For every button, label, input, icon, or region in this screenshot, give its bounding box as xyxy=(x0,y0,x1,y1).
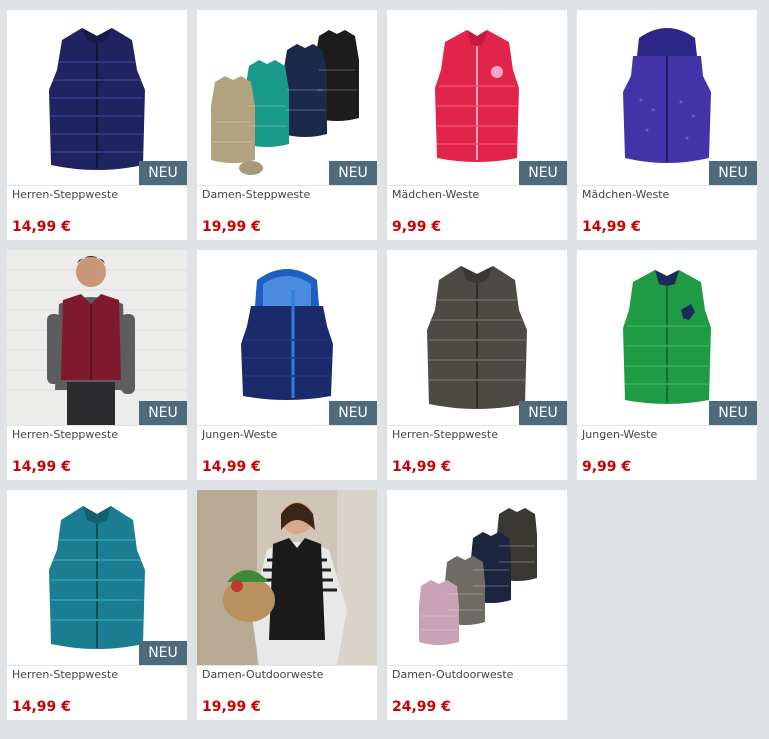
card-divider xyxy=(197,425,377,426)
card-divider xyxy=(387,185,567,186)
boys-blue-hooded-vest-image xyxy=(241,269,333,400)
product-image[interactable]: NEU xyxy=(197,10,377,185)
product-price: 9,99 € xyxy=(582,459,632,475)
product-card[interactable]: NEU Damen-Steppweste 19,99 € xyxy=(197,10,377,240)
product-price: 14,99 € xyxy=(392,459,451,475)
outdoor-vests-image xyxy=(419,508,537,645)
product-title[interactable]: Herren-Steppweste xyxy=(12,428,118,441)
pink-vest-image xyxy=(435,30,519,162)
card-divider xyxy=(197,665,377,666)
product-title[interactable]: Herren-Steppweste xyxy=(12,188,118,201)
grey-vest-image xyxy=(427,266,527,409)
navy-vest-image xyxy=(49,28,145,170)
product-title[interactable]: Damen-Steppweste xyxy=(202,188,310,201)
new-badge: NEU xyxy=(709,161,757,185)
new-badge: NEU xyxy=(709,401,757,425)
product-image[interactable]: NEU xyxy=(7,250,187,425)
product-card[interactable]: Damen-Outdoorweste 24,99 € xyxy=(387,490,567,720)
product-image[interactable]: NEU xyxy=(197,250,377,425)
product-image[interactable]: NEU xyxy=(7,10,187,185)
product-card[interactable]: NEU Herren-Steppweste 14,99 € xyxy=(387,250,567,480)
new-badge: NEU xyxy=(519,161,567,185)
card-divider xyxy=(7,425,187,426)
product-price: 14,99 € xyxy=(12,699,71,715)
product-image[interactable] xyxy=(197,490,377,665)
purple-hooded-vest-image xyxy=(623,28,711,163)
product-title[interactable]: Jungen-Weste xyxy=(202,428,277,441)
product-image[interactable] xyxy=(387,490,567,665)
product-card[interactable]: NEU Herren-Steppweste 14,99 € xyxy=(7,490,187,720)
product-price: 19,99 € xyxy=(202,219,261,235)
product-price: 24,99 € xyxy=(392,699,451,715)
product-grid: NEU Herren-Steppweste 14,99 € NEU Damen-… xyxy=(0,0,769,739)
four-vests-image xyxy=(211,30,359,175)
product-title[interactable]: Jungen-Weste xyxy=(582,428,657,441)
man-wearing-red-vest-image xyxy=(7,250,187,425)
product-card[interactable]: NEU Jungen-Weste 14,99 € xyxy=(197,250,377,480)
product-title[interactable]: Damen-Outdoorweste xyxy=(202,668,323,681)
new-badge: NEU xyxy=(139,641,187,665)
green-vest-image xyxy=(623,270,711,404)
product-title[interactable]: Herren-Steppweste xyxy=(12,668,118,681)
new-badge: NEU xyxy=(329,401,377,425)
product-title[interactable]: Damen-Outdoorweste xyxy=(392,668,513,681)
product-image[interactable]: NEU xyxy=(387,250,567,425)
new-badge: NEU xyxy=(139,161,187,185)
product-card[interactable]: NEU Mädchen-Weste 9,99 € xyxy=(387,10,567,240)
product-title[interactable]: Herren-Steppweste xyxy=(392,428,498,441)
new-badge: NEU xyxy=(519,401,567,425)
product-card[interactable]: NEU Jungen-Weste 9,99 € xyxy=(577,250,757,480)
product-image[interactable]: NEU xyxy=(577,10,757,185)
card-divider xyxy=(387,425,567,426)
product-price: 14,99 € xyxy=(12,219,71,235)
card-divider xyxy=(387,665,567,666)
card-divider xyxy=(577,185,757,186)
product-image[interactable]: NEU xyxy=(387,10,567,185)
new-badge: NEU xyxy=(139,401,187,425)
product-price: 14,99 € xyxy=(202,459,261,475)
product-title[interactable]: Mädchen-Weste xyxy=(392,188,479,201)
product-title[interactable]: Mädchen-Weste xyxy=(582,188,669,201)
product-image[interactable]: NEU xyxy=(577,250,757,425)
product-card[interactable]: NEU Herren-Steppweste 14,99 € xyxy=(7,250,187,480)
new-badge: NEU xyxy=(329,161,377,185)
product-price: 19,99 € xyxy=(202,699,261,715)
card-divider xyxy=(577,425,757,426)
woman-wearing-black-vest-image xyxy=(197,490,377,665)
product-card[interactable]: NEU Mädchen-Weste 14,99 € xyxy=(577,10,757,240)
product-card[interactable]: Damen-Outdoorweste 19,99 € xyxy=(197,490,377,720)
product-price: 9,99 € xyxy=(392,219,442,235)
product-price: 14,99 € xyxy=(12,459,71,475)
product-price: 14,99 € xyxy=(582,219,641,235)
card-divider xyxy=(197,185,377,186)
product-card[interactable]: NEU Herren-Steppweste 14,99 € xyxy=(7,10,187,240)
card-divider xyxy=(7,185,187,186)
product-image[interactable]: NEU xyxy=(7,490,187,665)
teal-vest-image xyxy=(49,506,145,649)
card-divider xyxy=(7,665,187,666)
